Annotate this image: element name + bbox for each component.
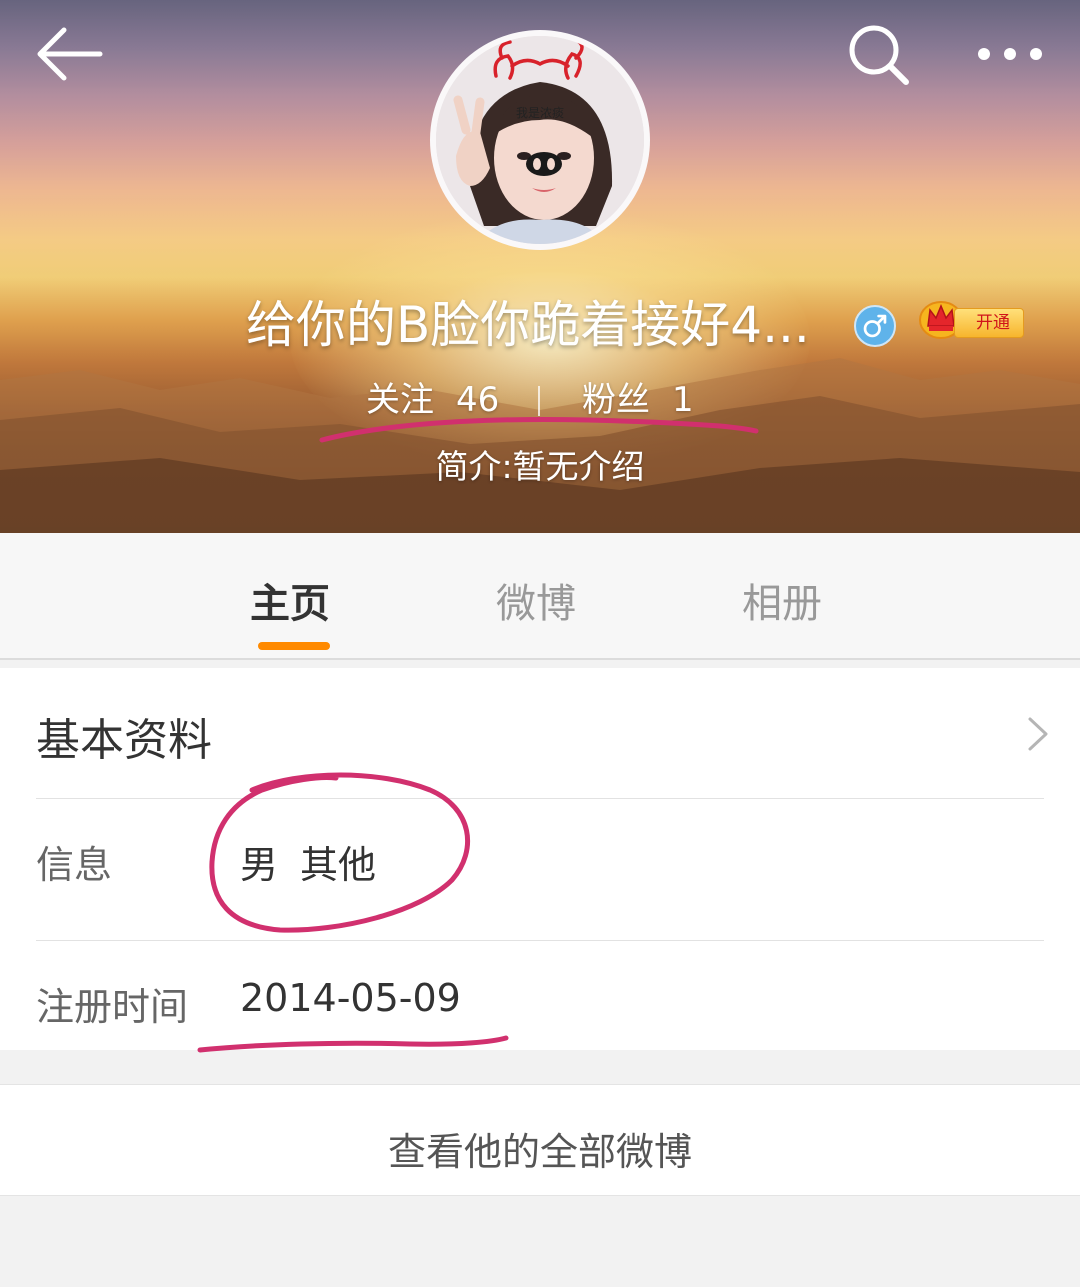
tab-album[interactable]: 相册 <box>742 571 822 629</box>
vip-open-label: 开通 <box>954 308 1024 338</box>
avatar-caption: 我是浓痰 <box>515 106 564 120</box>
view-all-posts-label: 查看他的全部微博 <box>387 1130 692 1174</box>
active-tab-indicator <box>258 642 330 650</box>
fans-stat[interactable]: 粉丝 1 <box>582 376 694 424</box>
info-value: 男其他 <box>240 834 376 889</box>
vip-open-badge[interactable]: 开通 <box>918 296 1024 346</box>
tab-home[interactable]: 主页 <box>250 571 330 629</box>
basic-info-card: 基本资料 信息 男其他 注册时间 2014-05-09 <box>0 668 1080 1050</box>
divider <box>36 798 1044 799</box>
chevron-right-icon[interactable] <box>1026 716 1050 752</box>
following-stat[interactable]: 关注 46 <box>366 376 499 424</box>
following-label: 关注 <box>366 380 434 420</box>
avatar[interactable]: 我是浓痰 <box>430 30 650 250</box>
location-value: 其他 <box>300 843 377 887</box>
registration-date: 2014-05-09 <box>240 976 461 1020</box>
search-icon[interactable] <box>846 22 912 88</box>
divider <box>36 940 1044 941</box>
profile-tabs: 主页 微博 相册 <box>0 533 1080 660</box>
gender-value: 男 <box>240 843 279 887</box>
info-label: 信息 <box>36 843 113 887</box>
male-gender-icon <box>854 305 896 347</box>
avatar-photo <box>436 36 644 244</box>
following-count: 46 <box>456 380 500 420</box>
stats-divider <box>538 386 540 416</box>
fans-label: 粉丝 <box>582 380 650 420</box>
tab-weibo[interactable]: 微博 <box>496 571 576 629</box>
profile-header: 我是浓痰 给你的B脸你跪着接好4... 开通 关注 46 粉丝 1 简介:暂无介绍 <box>0 0 1080 533</box>
more-options-icon[interactable] <box>970 36 1050 72</box>
profile-bio: 简介:暂无介绍 <box>435 447 645 486</box>
basic-info-title[interactable]: 基本资料 <box>36 704 212 768</box>
back-arrow-icon[interactable] <box>34 26 106 82</box>
stats-row: 关注 46 粉丝 1 <box>0 376 1080 424</box>
registration-label: 注册时间 <box>36 985 189 1029</box>
profile-name: 给你的B脸你跪着接好4... <box>246 296 810 354</box>
fans-count: 1 <box>672 380 694 420</box>
view-all-posts-button[interactable]: 查看他的全部微博 <box>0 1084 1080 1196</box>
